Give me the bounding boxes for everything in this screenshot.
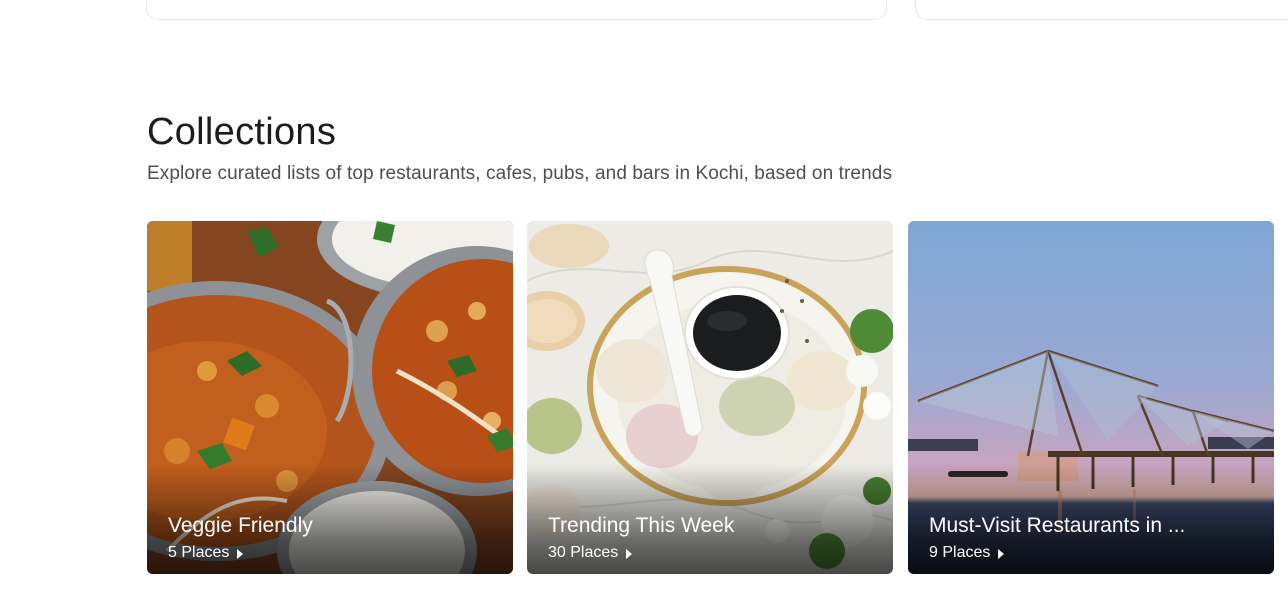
collection-places-count: 30 Places: [548, 544, 619, 561]
collection-meta: 5 Places: [168, 544, 244, 562]
collection-name: Veggie Friendly: [168, 514, 313, 537]
collections-list: Veggie Friendly 5 Places Trending This W…: [147, 221, 1274, 574]
collection-name: Trending This Week: [548, 514, 735, 537]
caret-right-icon: [998, 548, 1005, 559]
collections-title: Collections: [147, 111, 337, 153]
collection-card-must-visit-restaurants[interactable]: Must-Visit Restaurants in ... 9 Places: [908, 221, 1274, 574]
caret-right-icon: [237, 548, 244, 559]
collections-subtitle: Explore curated lists of top restaurants…: [147, 163, 893, 184]
collection-name: Must-Visit Restaurants in ...: [929, 514, 1186, 537]
caret-right-icon: [626, 548, 633, 559]
collection-meta: 9 Places: [929, 544, 1005, 562]
collection-places-count: 5 Places: [168, 544, 230, 561]
collection-card-trending-this-week[interactable]: Trending This Week 30 Places: [527, 221, 893, 574]
collection-places-count: 9 Places: [929, 544, 991, 561]
collection-meta: 30 Places: [548, 544, 633, 562]
previous-section-card-right: [915, 0, 1288, 20]
collection-card-veggie-friendly[interactable]: Veggie Friendly 5 Places: [147, 221, 513, 574]
previous-section-card-left: [146, 0, 887, 20]
